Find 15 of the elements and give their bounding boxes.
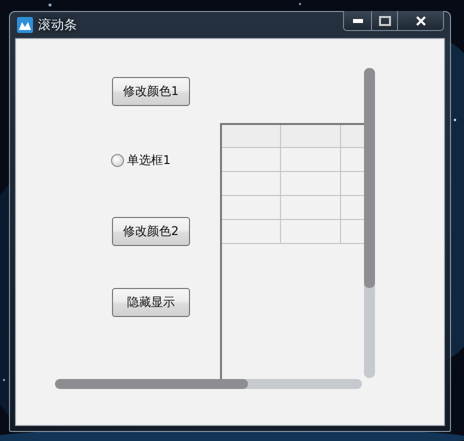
maximize-button[interactable] <box>371 11 397 30</box>
action-button[interactable]: 修改颜色2 <box>112 217 190 246</box>
maximize-icon <box>378 16 390 26</box>
app-icon <box>17 17 33 33</box>
minimize-icon <box>352 18 362 22</box>
window-title: 滚动条 <box>38 17 77 34</box>
close-icon <box>416 16 426 26</box>
minimize-button[interactable] <box>344 11 371 30</box>
action-button[interactable]: 隐藏显示 <box>112 288 190 317</box>
horizontal-scrollbar[interactable] <box>55 379 362 389</box>
close-button[interactable] <box>397 11 443 30</box>
radio-icon[interactable] <box>111 154 124 167</box>
radio-option[interactable]: 单选框1 <box>111 152 171 169</box>
vertical-scrollbar[interactable] <box>364 68 375 378</box>
action-button[interactable]: 修改颜色1 <box>112 77 190 106</box>
